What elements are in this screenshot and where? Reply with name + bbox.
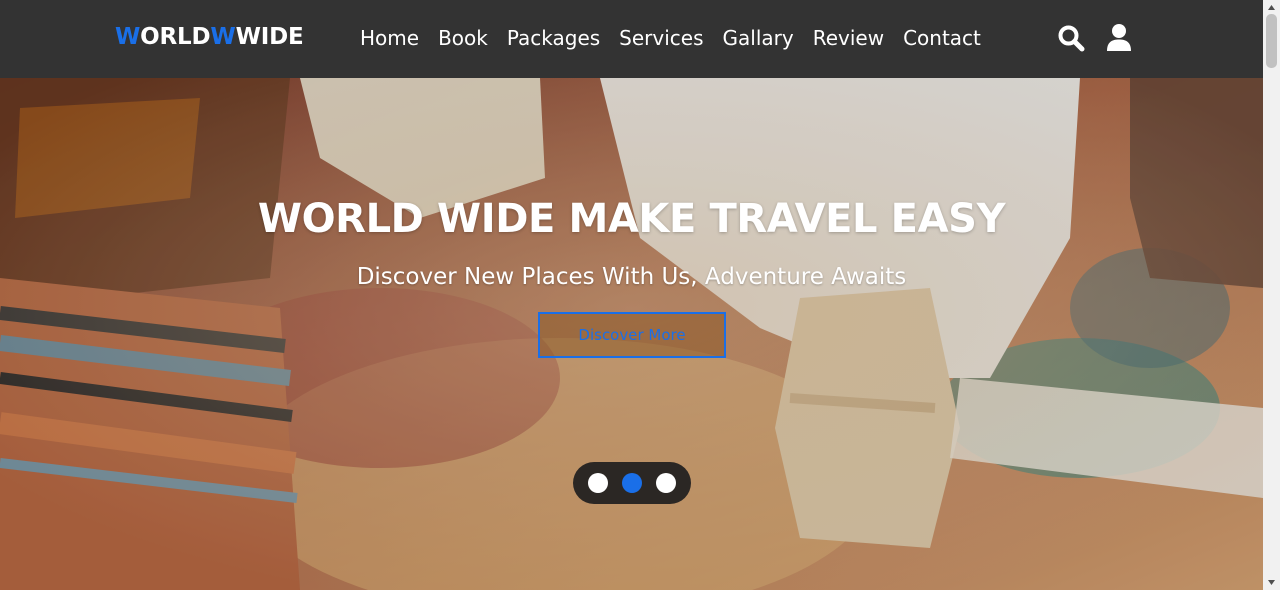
- nav-gallary[interactable]: Gallary: [723, 24, 794, 52]
- hero-title: WORLD WIDE MAKE TRAVEL EASY: [257, 196, 1006, 242]
- nav-book[interactable]: Book: [438, 24, 488, 52]
- slide-dot-1[interactable]: [588, 473, 608, 493]
- hero-subtitle: Discover New Places With Us, Adventure A…: [356, 264, 907, 290]
- search-icon[interactable]: [1056, 22, 1086, 54]
- slider-pagination: [573, 462, 691, 504]
- user-icon[interactable]: [1104, 22, 1134, 54]
- discover-more-button[interactable]: Discover More: [538, 312, 726, 358]
- nav-contact[interactable]: Contact: [903, 24, 981, 52]
- slide-dot-3[interactable]: [656, 473, 676, 493]
- logo-text-orld: ORLD: [140, 24, 211, 50]
- page-scrollbar[interactable]: [1263, 0, 1280, 590]
- slide-dot-2[interactable]: [622, 473, 642, 493]
- nav-services[interactable]: Services: [619, 24, 703, 52]
- nav-review[interactable]: Review: [813, 24, 884, 52]
- logo-text-wide: WIDE: [235, 24, 304, 50]
- navbar: WORLDWWIDE Home Book Packages Services G…: [0, 0, 1263, 78]
- nav-packages[interactable]: Packages: [507, 24, 600, 52]
- nav-home[interactable]: Home: [360, 24, 419, 52]
- brand-logo[interactable]: WORLDWWIDE: [115, 24, 304, 50]
- logo-letter-w2: W: [210, 24, 236, 50]
- scrollbar-thumb[interactable]: [1266, 14, 1277, 68]
- scroll-down-arrow-icon[interactable]: [1267, 578, 1276, 587]
- logo-letter-w1: W: [115, 24, 141, 50]
- hero-slider: WORLD WIDE MAKE TRAVEL EASY Discover New…: [0, 78, 1263, 590]
- scroll-up-arrow-icon[interactable]: [1267, 3, 1276, 12]
- main-nav: Home Book Packages Services Gallary Revi…: [360, 24, 1000, 52]
